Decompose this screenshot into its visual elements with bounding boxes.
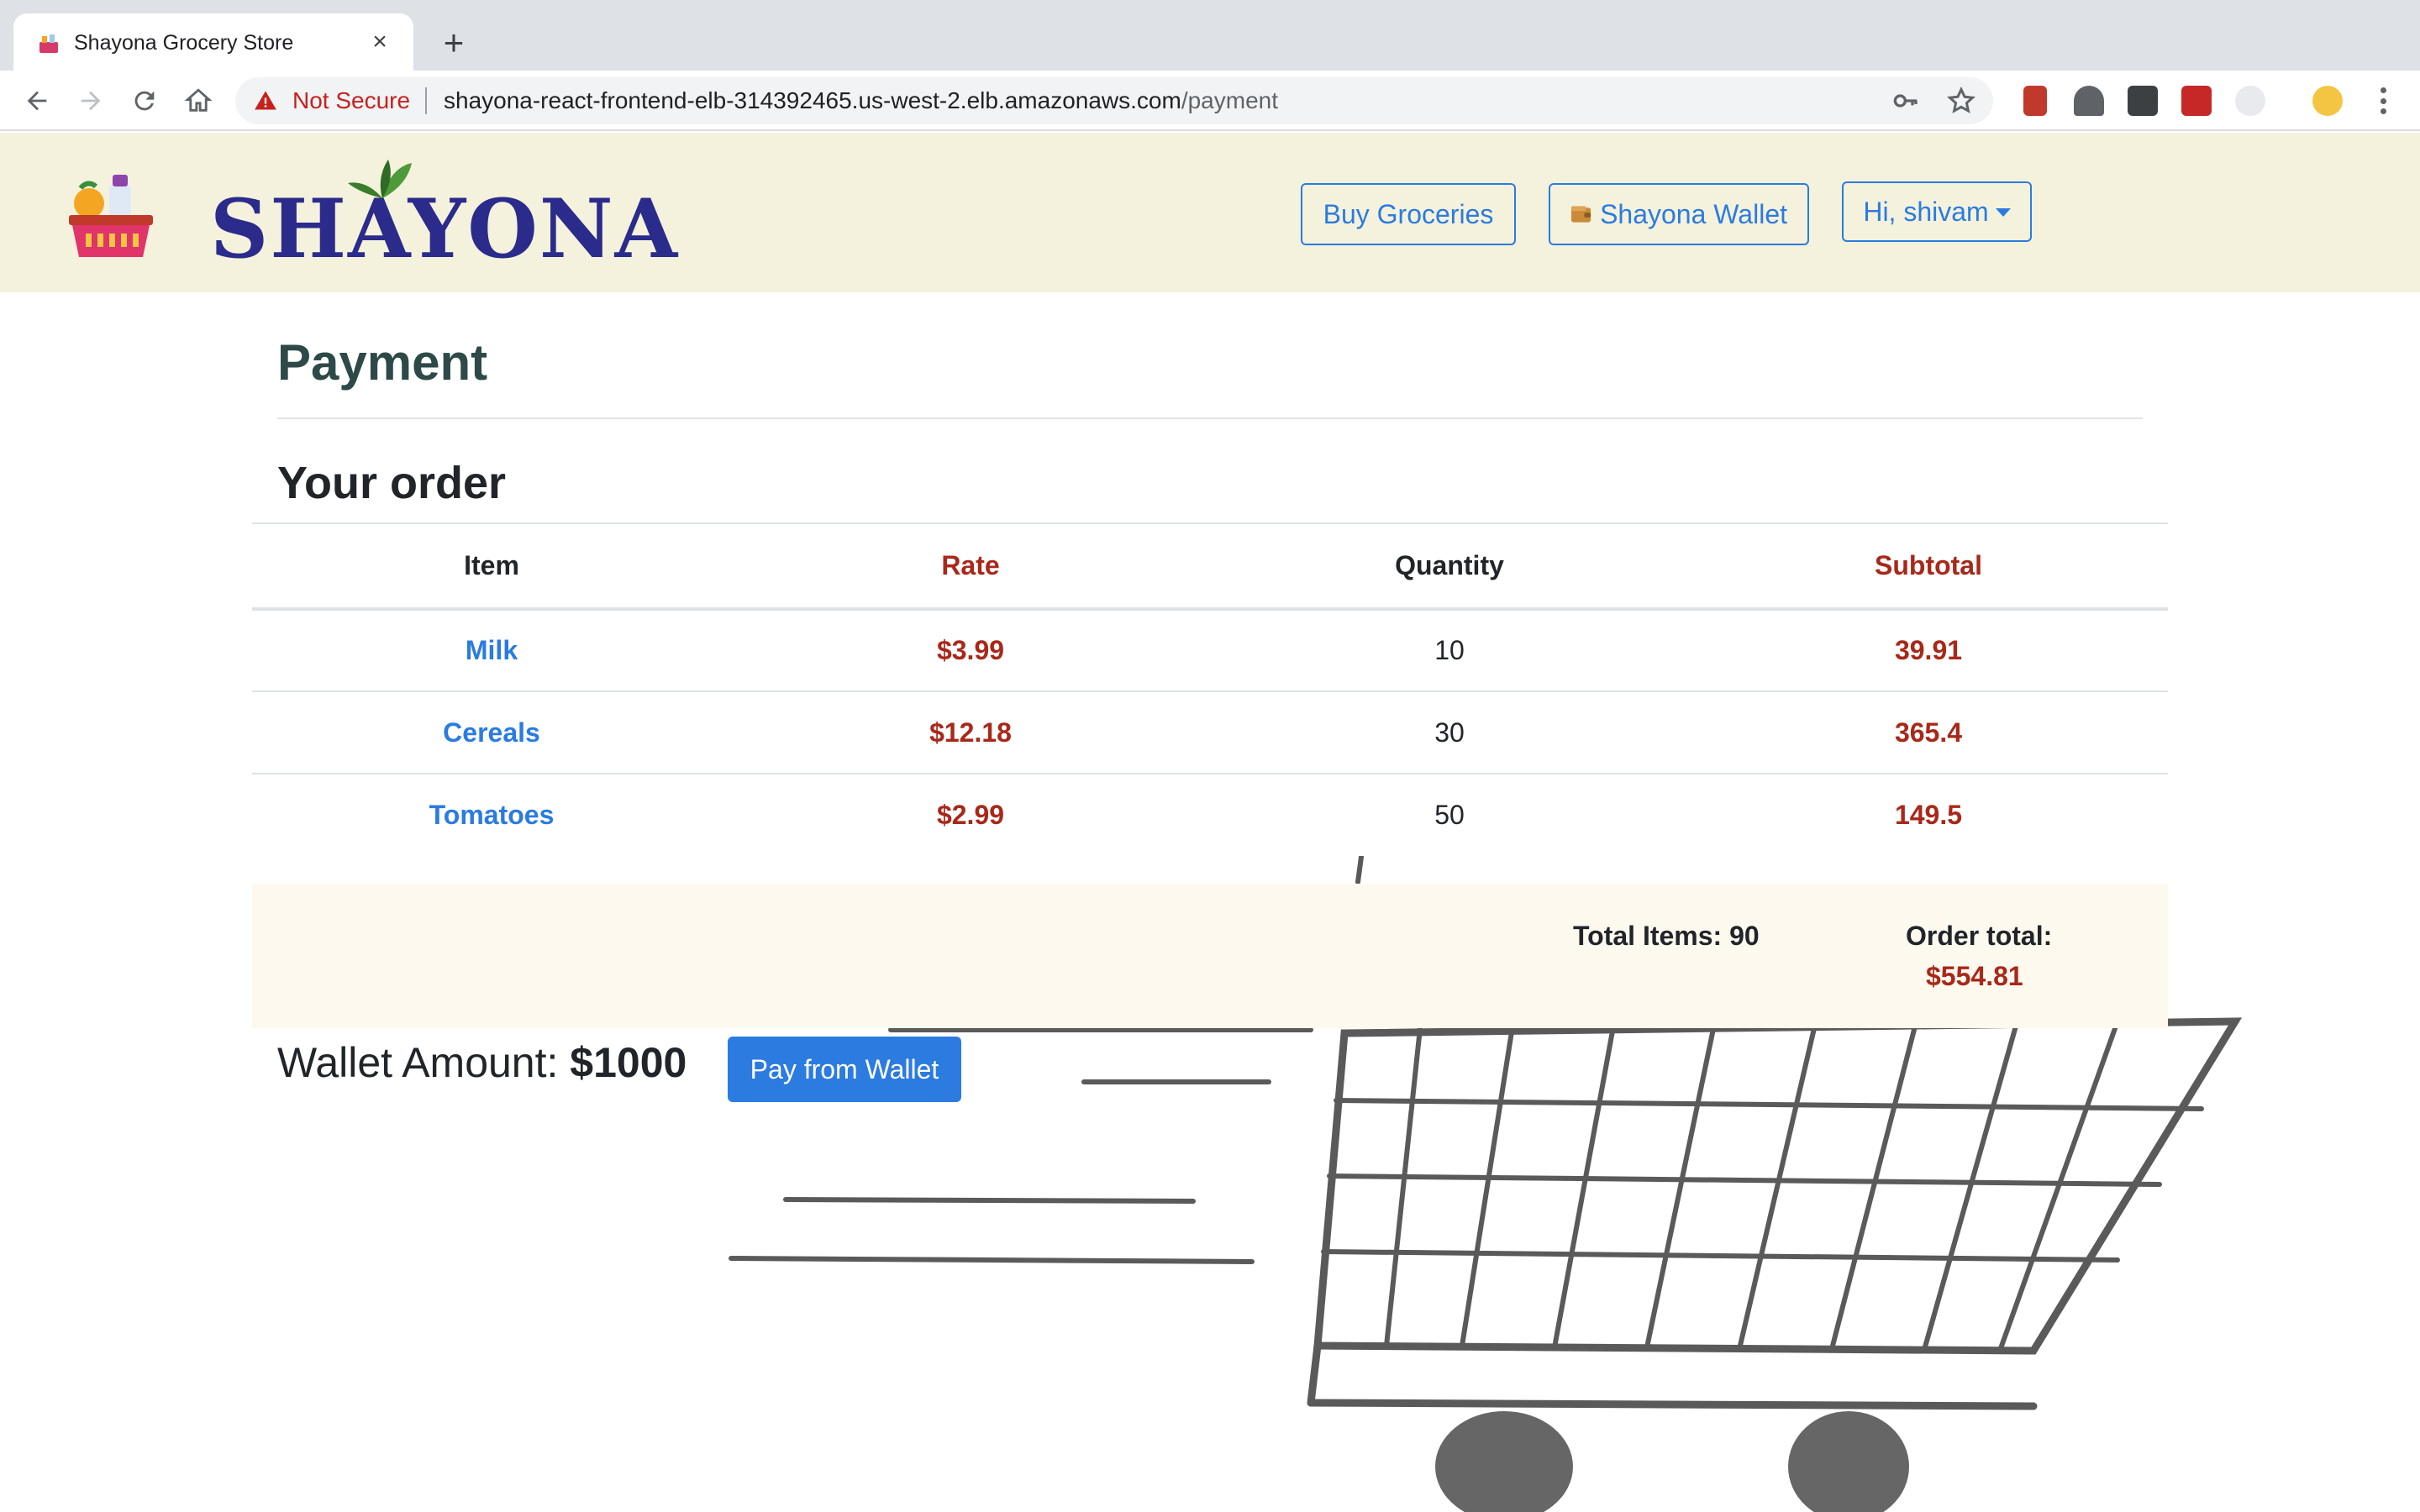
tab-title: Shayona Grocery Store bbox=[74, 31, 294, 55]
basket-logo-icon[interactable] bbox=[64, 166, 158, 260]
browser-tab-bar: Shayona Grocery Store × + bbox=[0, 0, 2420, 71]
order-summary: Total Items: 90 Order total: $554.81 bbox=[252, 884, 2168, 1028]
item-rate: $2.99 bbox=[936, 800, 1005, 830]
order-total-value: $554.81 bbox=[1926, 961, 2023, 991]
home-icon[interactable] bbox=[176, 79, 220, 123]
wallet-amount: Wallet Amount: $1000 bbox=[277, 1035, 687, 1090]
shayona-logo[interactable]: SHAYONA bbox=[210, 158, 677, 276]
logo-text: SHAYONA bbox=[210, 181, 680, 276]
omnibox-divider bbox=[425, 87, 427, 114]
wallet-amount-value: $1000 bbox=[570, 1039, 687, 1086]
item-name-link[interactable]: Milk bbox=[252, 609, 731, 691]
reload-icon[interactable] bbox=[123, 79, 166, 123]
wallet-button-label: Shayona Wallet bbox=[1600, 198, 1787, 229]
item-quantity: 50 bbox=[1434, 800, 1465, 830]
item-quantity: 10 bbox=[1434, 635, 1465, 665]
item-quantity: 30 bbox=[1434, 717, 1465, 748]
wallet-icon bbox=[1570, 206, 1591, 223]
item-subtotal: 39.91 bbox=[1894, 635, 1963, 665]
site-header: SHAYONA Buy Groceries Shayona Wallet Hi,… bbox=[0, 133, 2420, 292]
user-greeting: Hi, shivam bbox=[1863, 196, 1989, 227]
column-header-rate: Rate bbox=[941, 550, 1000, 580]
item-subtotal: 149.5 bbox=[1894, 800, 1963, 830]
table-row: Tomatoes $2.99 50 149.5 bbox=[252, 774, 2168, 856]
url-host: shayona-react-frontend-elb-314392465.us-… bbox=[444, 87, 1181, 113]
column-header-item: Item bbox=[464, 550, 519, 580]
table-row: Cereals $12.18 30 365.4 bbox=[252, 691, 2168, 774]
table-header-row: Item Rate Quantity Subtotal bbox=[252, 523, 2168, 609]
user-menu-dropdown[interactable]: Hi, shivam bbox=[1842, 181, 2032, 242]
profile-avatar-icon[interactable] bbox=[2312, 86, 2343, 116]
buy-groceries-button[interactable]: Buy Groceries bbox=[1301, 183, 1516, 245]
forward-icon[interactable] bbox=[69, 79, 113, 123]
basket-favicon-icon bbox=[39, 34, 58, 53]
security-status[interactable]: Not Secure bbox=[292, 86, 410, 116]
column-header-subtotal: Subtotal bbox=[1875, 550, 1982, 580]
url-text[interactable]: shayona-react-frontend-elb-314392465.us-… bbox=[444, 86, 1278, 116]
order-heading: Your order bbox=[277, 458, 507, 508]
wallet-amount-label: Wallet Amount: bbox=[277, 1039, 571, 1086]
page-title: Payment bbox=[277, 334, 488, 391]
new-tab-icon[interactable]: + bbox=[434, 24, 474, 64]
address-bar[interactable]: Not Secure shayona-react-frontend-elb-31… bbox=[235, 77, 1993, 124]
order-table: Item Rate Quantity Subtotal Milk $3.99 1… bbox=[252, 522, 2168, 856]
browser-tab[interactable]: Shayona Grocery Store × bbox=[13, 13, 413, 71]
extension-sleep-icon[interactable] bbox=[2074, 86, 2104, 116]
column-header-quantity: Quantity bbox=[1395, 550, 1504, 580]
table-row: Milk $3.99 10 39.91 bbox=[252, 609, 2168, 691]
browser-menu-icon[interactable] bbox=[2368, 84, 2398, 118]
warning-icon bbox=[255, 91, 276, 110]
extension-puzzle-icon[interactable] bbox=[2181, 86, 2212, 116]
shayona-wallet-button[interactable]: Shayona Wallet bbox=[1549, 183, 1809, 245]
item-name-link[interactable]: Cereals bbox=[252, 691, 731, 774]
order-total-label: Order total: bbox=[1906, 921, 2053, 951]
total-items: Total Items: 90 bbox=[1573, 921, 1760, 951]
close-tab-icon[interactable]: × bbox=[363, 25, 397, 59]
item-subtotal: 365.4 bbox=[1894, 717, 1963, 748]
extension-panda-icon[interactable] bbox=[2235, 86, 2265, 116]
pay-from-wallet-button[interactable]: Pay from Wallet bbox=[728, 1037, 961, 1102]
bookmark-star-icon[interactable] bbox=[1946, 86, 1976, 116]
back-icon[interactable] bbox=[15, 79, 59, 123]
extension-bulb-icon[interactable] bbox=[2128, 86, 2158, 116]
extension-book-icon[interactable] bbox=[2023, 86, 2047, 116]
url-path: /payment bbox=[1181, 87, 1278, 113]
item-rate: $3.99 bbox=[936, 635, 1005, 665]
title-divider bbox=[277, 417, 2143, 419]
browser-toolbar: Not Secure shayona-react-frontend-elb-31… bbox=[0, 71, 2420, 131]
item-rate: $12.18 bbox=[929, 717, 1012, 748]
item-name-link[interactable]: Tomatoes bbox=[252, 774, 731, 856]
chevron-down-icon bbox=[1995, 208, 2011, 217]
key-icon[interactable] bbox=[1892, 87, 1919, 114]
